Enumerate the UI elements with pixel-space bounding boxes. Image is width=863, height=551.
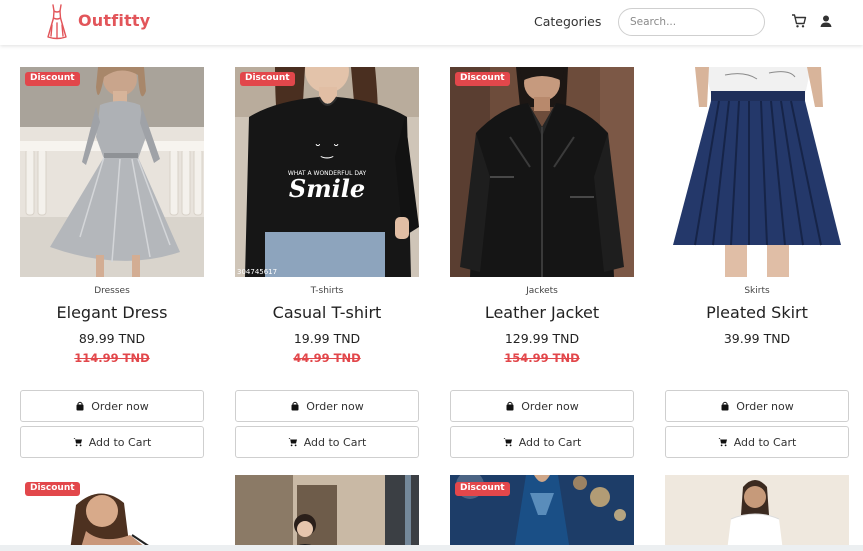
product-category: T-shirts [310, 286, 344, 296]
photo-watermark: 304745617 [237, 268, 277, 276]
add-to-cart-button[interactable]: Add to Cart [235, 426, 419, 458]
order-now-label: Order now [521, 399, 579, 413]
cart-icon[interactable] [791, 13, 807, 29]
product-image[interactable]: Discount [450, 475, 634, 551]
add-to-cart-button[interactable]: Add to Cart [450, 426, 634, 458]
product-image[interactable] [665, 67, 849, 277]
order-now-button[interactable]: Order now [235, 390, 419, 422]
order-now-button[interactable]: Order now [20, 390, 204, 422]
user-icon[interactable] [818, 13, 834, 29]
order-now-button[interactable]: Order now [665, 390, 849, 422]
discount-badge: Discount [455, 72, 510, 86]
product-image[interactable] [665, 475, 849, 551]
product-name[interactable]: Casual T-shirt [235, 303, 419, 322]
product-old-price: 44.99 TND [293, 351, 361, 365]
svg-text:˘‿˘: ˘‿˘ [314, 143, 339, 159]
shopping-bag-icon [721, 401, 729, 411]
product-price: 89.99 TND [78, 331, 146, 346]
cart-icon [718, 438, 727, 447]
product-price: 129.99 TND [504, 331, 580, 346]
discount-badge: Discount [25, 72, 80, 86]
nav-categories-link[interactable]: Categories [534, 14, 601, 29]
order-now-label: Order now [306, 399, 364, 413]
discount-badge: Discount [25, 482, 80, 496]
add-to-cart-label: Add to Cart [733, 435, 797, 449]
dress-logo-icon[interactable] [45, 3, 69, 41]
cart-icon [503, 438, 512, 447]
add-to-cart-label: Add to Cart [518, 435, 582, 449]
cart-icon [288, 438, 297, 447]
shopping-bag-icon [291, 401, 299, 411]
product-image[interactable]: Discount [20, 67, 204, 277]
product-image[interactable]: ˘‿˘ WHAT A WONDERFUL DAY Smile 304745617… [235, 67, 419, 277]
add-to-cart-label: Add to Cart [303, 435, 367, 449]
navbar: Outfitty Categories [0, 0, 863, 45]
product-old-price: 114.99 TND [74, 351, 150, 365]
horizontal-scrollbar[interactable] [0, 545, 863, 551]
product-category: Skirts [744, 286, 770, 296]
shopping-bag-icon [506, 401, 514, 411]
shopping-bag-icon [76, 401, 84, 411]
product-old-price: 154.99 TND [504, 351, 580, 365]
brand-name[interactable]: Outfitty [78, 11, 150, 30]
product-price: 39.99 TND [723, 331, 791, 346]
product-image[interactable]: Discount [450, 67, 634, 277]
discount-badge: Discount [455, 482, 510, 496]
product-name[interactable]: Leather Jacket [450, 303, 634, 322]
order-now-label: Order now [736, 399, 794, 413]
discount-badge: Discount [240, 72, 295, 86]
product-category: Jackets [526, 286, 558, 296]
add-to-cart-button[interactable]: Add to Cart [665, 426, 849, 458]
product-image[interactable] [235, 475, 419, 551]
add-to-cart-button[interactable]: Add to Cart [20, 426, 204, 458]
tshirt-print-word: Smile [289, 174, 365, 203]
product-card-pleated-skirt: Skirts Pleated Skirt 39.99 TND Order now… [665, 67, 849, 458]
product-name[interactable]: Elegant Dress [20, 303, 204, 322]
product-card-casual-tshirt: ˘‿˘ WHAT A WONDERFUL DAY Smile 304745617… [235, 67, 419, 458]
product-category: Dresses [94, 286, 130, 296]
product-image[interactable]: Discount [20, 475, 204, 551]
product-price: 19.99 TND [293, 331, 361, 346]
add-to-cart-label: Add to Cart [88, 435, 152, 449]
cart-icon [73, 438, 82, 447]
product-name[interactable]: Pleated Skirt [665, 303, 849, 322]
order-now-button[interactable]: Order now [450, 390, 634, 422]
product-card-leather-jacket: Discount Jackets Leather Jacket 129.99 T… [450, 67, 634, 458]
order-now-label: Order now [91, 399, 149, 413]
search-input[interactable] [618, 8, 765, 36]
product-card-elegant-dress: Discount Dresses Elegant Dress 89.99 TND… [20, 67, 204, 458]
